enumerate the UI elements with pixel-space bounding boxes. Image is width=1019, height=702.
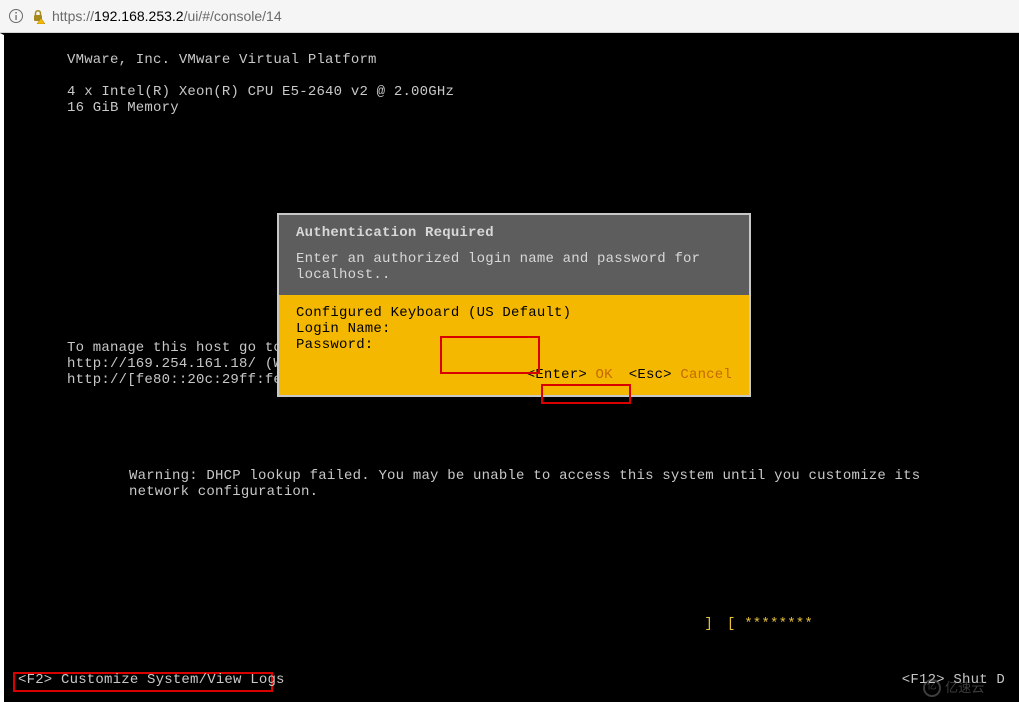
cancel-button[interactable]: <Esc> Cancel xyxy=(629,367,732,383)
manage-line1: To manage this host go to: xyxy=(67,340,291,356)
cpu-line: 4 x Intel(R) Xeon(R) CPU E5-2640 v2 @ 2.… xyxy=(67,84,454,100)
warning-line2: network configuration. xyxy=(129,484,318,500)
manage-line3: http://[fe80::20c:29ff:fe5 xyxy=(67,372,291,388)
password-row: Password: xyxy=(296,337,732,353)
ok-button[interactable]: <Enter> OK xyxy=(527,367,613,383)
login-bracket-close: ] xyxy=(706,600,715,616)
password-label: Password: xyxy=(296,337,373,353)
dialog-description: Enter an authorized login name and passw… xyxy=(296,251,732,283)
vendor-line: VMware, Inc. VMware Virtual Platform xyxy=(67,52,377,68)
esxi-console: VMware, Inc. VMware Virtual Platform 4 x… xyxy=(0,33,1019,702)
login-label: Login Name: xyxy=(296,321,391,337)
login-row: Login Name: xyxy=(296,321,732,337)
lock-warning-icon[interactable] xyxy=(30,8,46,24)
watermark: 亿 亿速云 xyxy=(923,676,1011,700)
memory-line: 16 GiB Memory xyxy=(67,100,179,116)
manage-line2: http://169.254.161.18/ (Wa xyxy=(67,356,291,372)
watermark-text: 亿速云 xyxy=(945,680,985,696)
footer-f2[interactable]: <F2> Customize System/View Logs xyxy=(18,672,285,688)
password-input[interactable]: [ ******** xyxy=(725,616,995,632)
url-text[interactable]: https://192.168.253.2/ui/#/console/14 xyxy=(52,8,282,24)
keyboard-config-line: Configured Keyboard (US Default) xyxy=(296,305,732,321)
login-input[interactable]: [ root xyxy=(725,600,995,616)
password-bracket-close: ] xyxy=(702,616,715,632)
browser-address-bar: https://192.168.253.2/ui/#/console/14 xyxy=(0,0,1019,33)
warning-line1: Warning: DHCP lookup failed. You may be … xyxy=(129,468,920,484)
auth-dialog: Authentication Required Enter an authori… xyxy=(277,213,751,397)
watermark-logo-icon: 亿 xyxy=(923,679,941,697)
dialog-title: Authentication Required xyxy=(296,225,732,241)
info-icon[interactable] xyxy=(8,8,24,24)
